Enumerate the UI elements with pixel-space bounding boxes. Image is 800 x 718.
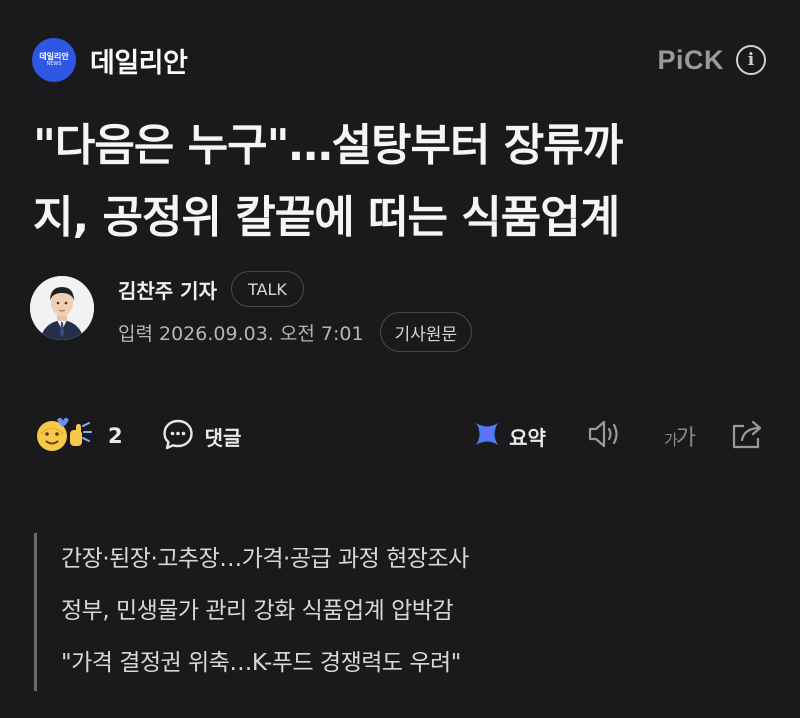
font-size-small-label: 가 — [663, 431, 678, 449]
speaker-icon — [586, 418, 624, 454]
talk-button[interactable]: TALK — [230, 271, 304, 307]
byline: 김찬주 기자 TALK 입력 2026.09.03. 오전 7:01 기사원문 — [30, 270, 770, 352]
article-headline: "다음은 누구"…설탕부터 장류까 지, 공정위 칼끝에 떠는 식품업계 — [33, 110, 773, 254]
article-date: 입력 2026.09.03. 오전 7:01 — [118, 322, 364, 345]
comment-button[interactable]: 댓글 — [161, 417, 242, 455]
article-toolbar: 2 댓글 요약 가가 — [32, 412, 768, 460]
share-button[interactable] — [728, 416, 768, 456]
font-size-button[interactable]: 가가 — [663, 420, 696, 452]
press-logo-sub: NEWS — [46, 60, 62, 67]
reporter-avatar[interactable] — [30, 276, 94, 340]
summary-button[interactable]: 요약 — [471, 418, 546, 454]
reaction-count: 2 — [108, 424, 123, 448]
lede-line: 정부, 민생물가 관리 강화 식품업계 압박감 — [61, 598, 454, 624]
reporter-row: 김찬주 기자 TALK — [118, 270, 304, 308]
info-icon[interactable]: i — [736, 45, 766, 75]
share-icon — [728, 416, 768, 456]
lede-line: 간장·된장·고추장…가격·공급 과정 현장조사 — [61, 546, 469, 572]
pick-badge: PiCK — [657, 44, 724, 75]
press-logo[interactable]: 데일리안 NEWS — [32, 38, 76, 82]
reaction-emoji-icon — [32, 414, 94, 458]
font-size-large-label: 가 — [675, 426, 696, 451]
lede-line: "가격 결정권 위축…K-푸드 경쟁력도 우려" — [61, 650, 461, 676]
original-article-button[interactable]: 기사원문 — [379, 312, 473, 352]
headline-line: 지, 공정위 칼끝에 떠는 식품업계 — [33, 192, 620, 243]
font-size-icon: 가가 — [663, 420, 696, 452]
press-name[interactable]: 데일리안 — [90, 41, 188, 80]
dateline-row: 입력 2026.09.03. 오전 7:01 기사원문 — [118, 312, 473, 352]
comment-bubble-icon — [161, 417, 195, 455]
reaction-button[interactable]: 2 — [32, 414, 123, 458]
summary-label: 요약 — [509, 425, 546, 450]
ai-summary-icon — [471, 418, 503, 454]
headline-line: "다음은 누구"…설탕부터 장류까 — [33, 120, 623, 171]
press-header: 데일리안 NEWS 데일리안 PiCK i — [32, 38, 766, 82]
tts-button[interactable] — [586, 418, 624, 454]
reporter-name[interactable]: 김찬주 기자 — [118, 275, 217, 304]
comment-label: 댓글 — [204, 425, 242, 450]
article-summary-lede: 간장·된장·고추장…가격·공급 과정 현장조사 정부, 민생물가 관리 강화 식… — [34, 533, 774, 691]
